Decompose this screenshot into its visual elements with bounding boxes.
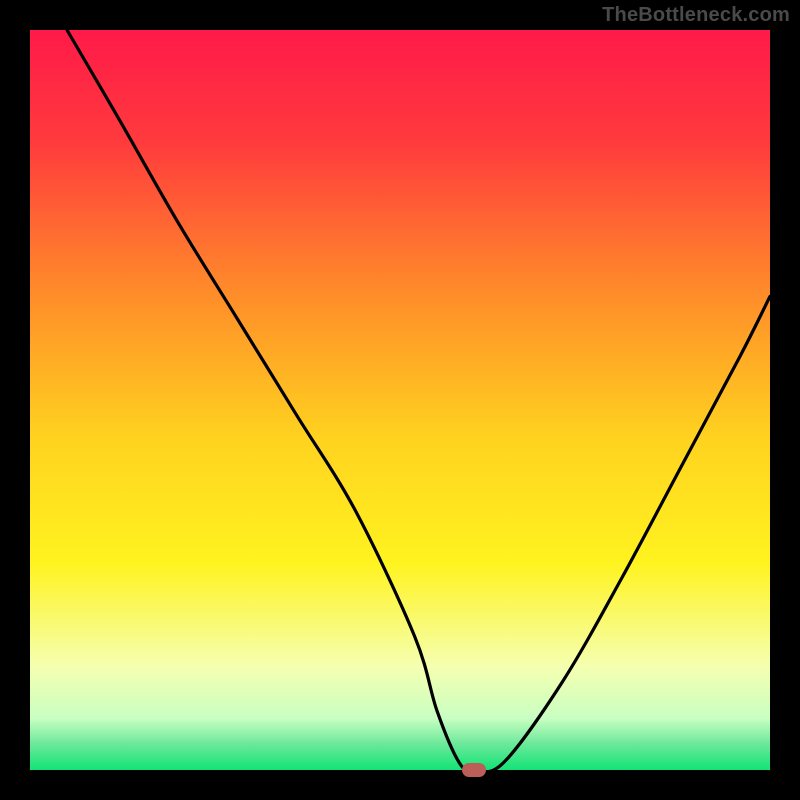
watermark-text: TheBottleneck.com: [602, 4, 790, 27]
chart-frame: TheBottleneck.com: [0, 0, 800, 800]
chart-gradient-bg: [30, 30, 770, 770]
optimal-point-marker: [462, 763, 486, 777]
bottleneck-chart: [0, 0, 800, 800]
